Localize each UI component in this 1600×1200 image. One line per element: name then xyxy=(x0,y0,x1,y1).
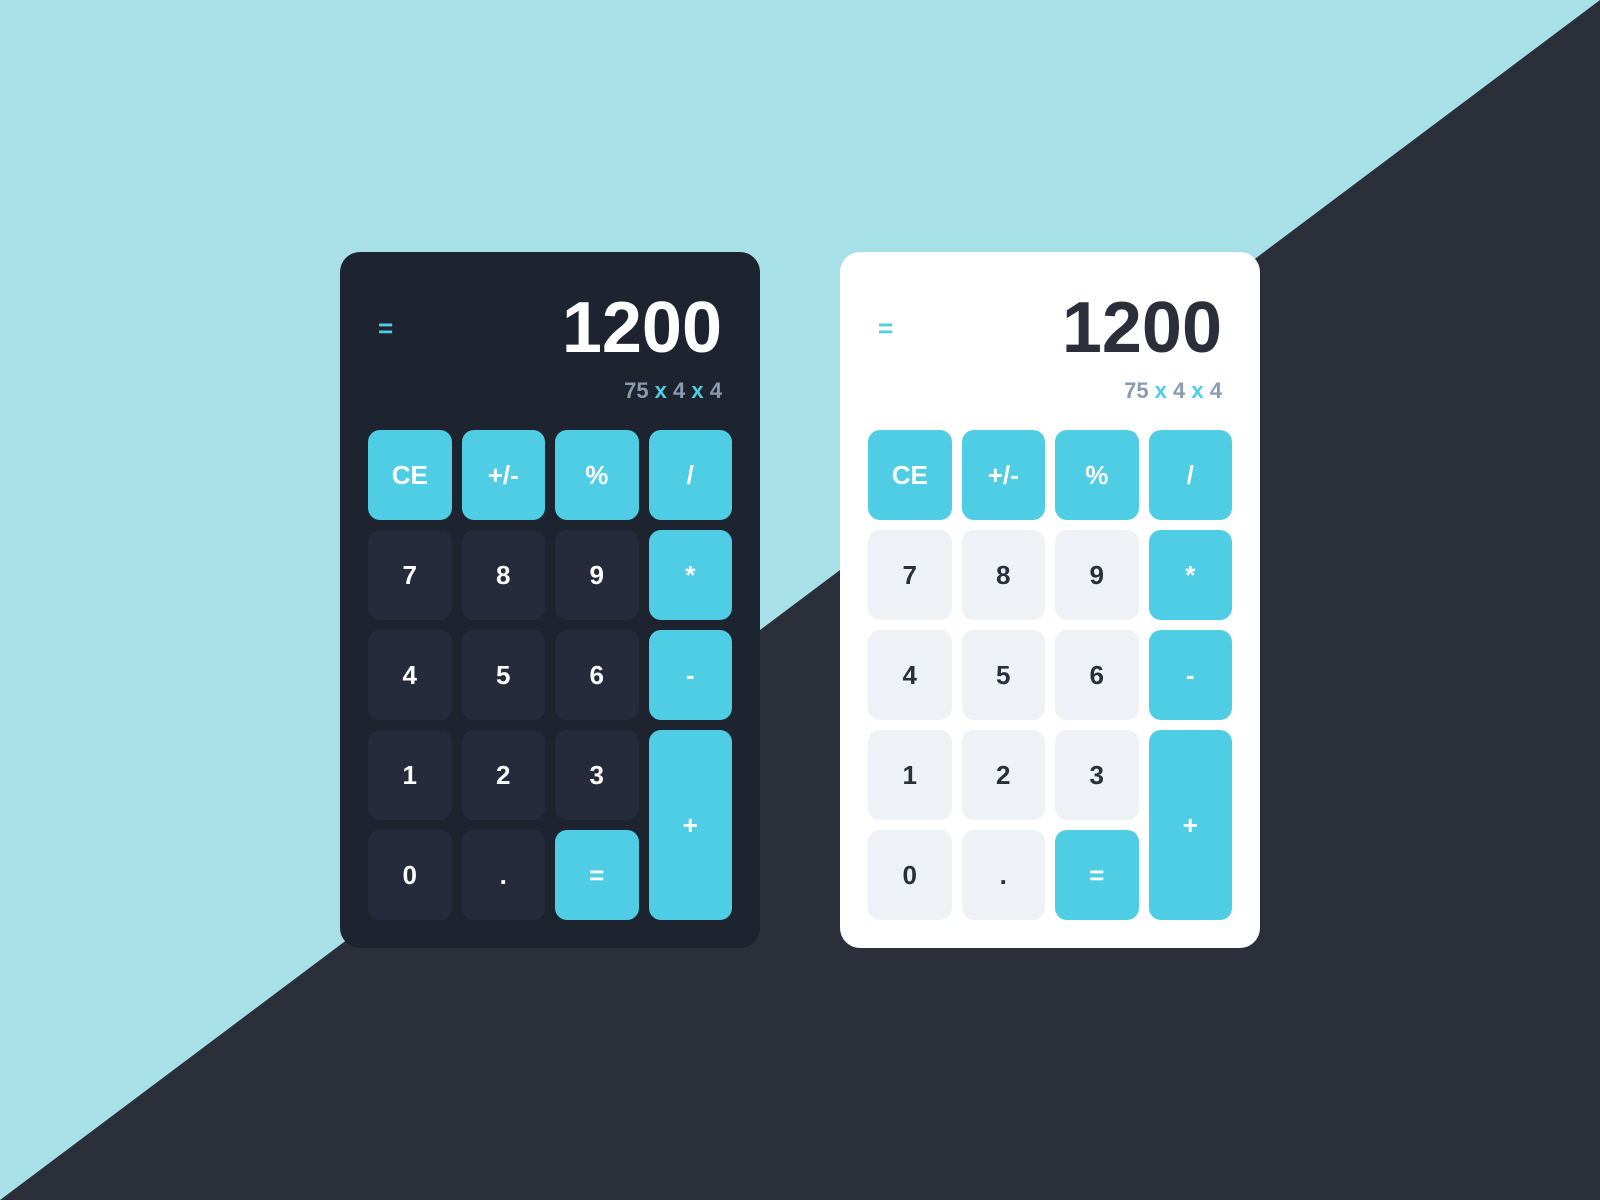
light-btn-multiply[interactable]: * xyxy=(1149,530,1233,620)
dark-btn-2[interactable]: 2 xyxy=(462,730,546,820)
light-btn-dot[interactable]: . xyxy=(962,830,1046,920)
light-button-grid: CE +/- % / 7 8 9 * 4 5 6 - 1 2 3 + 0 . = xyxy=(868,430,1232,920)
light-btn-3[interactable]: 3 xyxy=(1055,730,1139,820)
dark-equals-icon: = xyxy=(378,315,391,341)
dark-btn-percent[interactable]: % xyxy=(555,430,639,520)
dark-button-grid: CE +/- % / 7 8 9 * 4 5 6 - 1 2 3 + 0 . = xyxy=(368,430,732,920)
dark-btn-dot[interactable]: . xyxy=(462,830,546,920)
dark-btn-ce[interactable]: CE xyxy=(368,430,452,520)
calculators-container: = 1200 75 x 4 x 4 CE +/- % / 7 8 9 * 4 5… xyxy=(0,0,1600,1200)
light-btn-plus[interactable]: + xyxy=(1149,730,1233,920)
light-btn-0[interactable]: 0 xyxy=(868,830,952,920)
light-btn-2[interactable]: 2 xyxy=(962,730,1046,820)
dark-btn-plus-minus[interactable]: +/- xyxy=(462,430,546,520)
dark-display-top: = 1200 xyxy=(378,292,722,364)
light-display: = 1200 75 x 4 x 4 xyxy=(868,282,1232,424)
dark-display-value: 1200 xyxy=(562,292,722,364)
dark-btn-7[interactable]: 7 xyxy=(368,530,452,620)
dark-btn-9[interactable]: 9 xyxy=(555,530,639,620)
dark-display-expression: 75 x 4 x 4 xyxy=(378,378,722,404)
dark-btn-1[interactable]: 1 xyxy=(368,730,452,820)
dark-btn-3[interactable]: 3 xyxy=(555,730,639,820)
light-btn-8[interactable]: 8 xyxy=(962,530,1046,620)
light-btn-7[interactable]: 7 xyxy=(868,530,952,620)
dark-btn-4[interactable]: 4 xyxy=(368,630,452,720)
light-btn-6[interactable]: 6 xyxy=(1055,630,1139,720)
dark-display: = 1200 75 x 4 x 4 xyxy=(368,282,732,424)
dark-btn-5[interactable]: 5 xyxy=(462,630,546,720)
light-btn-ce[interactable]: CE xyxy=(868,430,952,520)
dark-calculator: = 1200 75 x 4 x 4 CE +/- % / 7 8 9 * 4 5… xyxy=(340,252,760,948)
light-display-top: = 1200 xyxy=(878,292,1222,364)
dark-btn-6[interactable]: 6 xyxy=(555,630,639,720)
light-btn-5[interactable]: 5 xyxy=(962,630,1046,720)
light-btn-divide[interactable]: / xyxy=(1149,430,1233,520)
dark-btn-minus[interactable]: - xyxy=(649,630,733,720)
light-btn-minus[interactable]: - xyxy=(1149,630,1233,720)
light-display-expression: 75 x 4 x 4 xyxy=(878,378,1222,404)
light-btn-4[interactable]: 4 xyxy=(868,630,952,720)
light-display-value: 1200 xyxy=(1062,292,1222,364)
light-x1: x xyxy=(1155,378,1167,403)
dark-x2: x xyxy=(691,378,703,403)
dark-btn-equals[interactable]: = xyxy=(555,830,639,920)
light-equals-icon: = xyxy=(878,315,891,341)
light-calculator: = 1200 75 x 4 x 4 CE +/- % / 7 8 9 * 4 5… xyxy=(840,252,1260,948)
light-btn-1[interactable]: 1 xyxy=(868,730,952,820)
light-btn-percent[interactable]: % xyxy=(1055,430,1139,520)
light-btn-9[interactable]: 9 xyxy=(1055,530,1139,620)
dark-x1: x xyxy=(655,378,667,403)
light-btn-equals[interactable]: = xyxy=(1055,830,1139,920)
dark-btn-plus[interactable]: + xyxy=(649,730,733,920)
dark-btn-8[interactable]: 8 xyxy=(462,530,546,620)
light-btn-plus-minus[interactable]: +/- xyxy=(962,430,1046,520)
dark-btn-divide[interactable]: / xyxy=(649,430,733,520)
dark-btn-0[interactable]: 0 xyxy=(368,830,452,920)
light-x2: x xyxy=(1191,378,1203,403)
dark-btn-multiply[interactable]: * xyxy=(649,530,733,620)
